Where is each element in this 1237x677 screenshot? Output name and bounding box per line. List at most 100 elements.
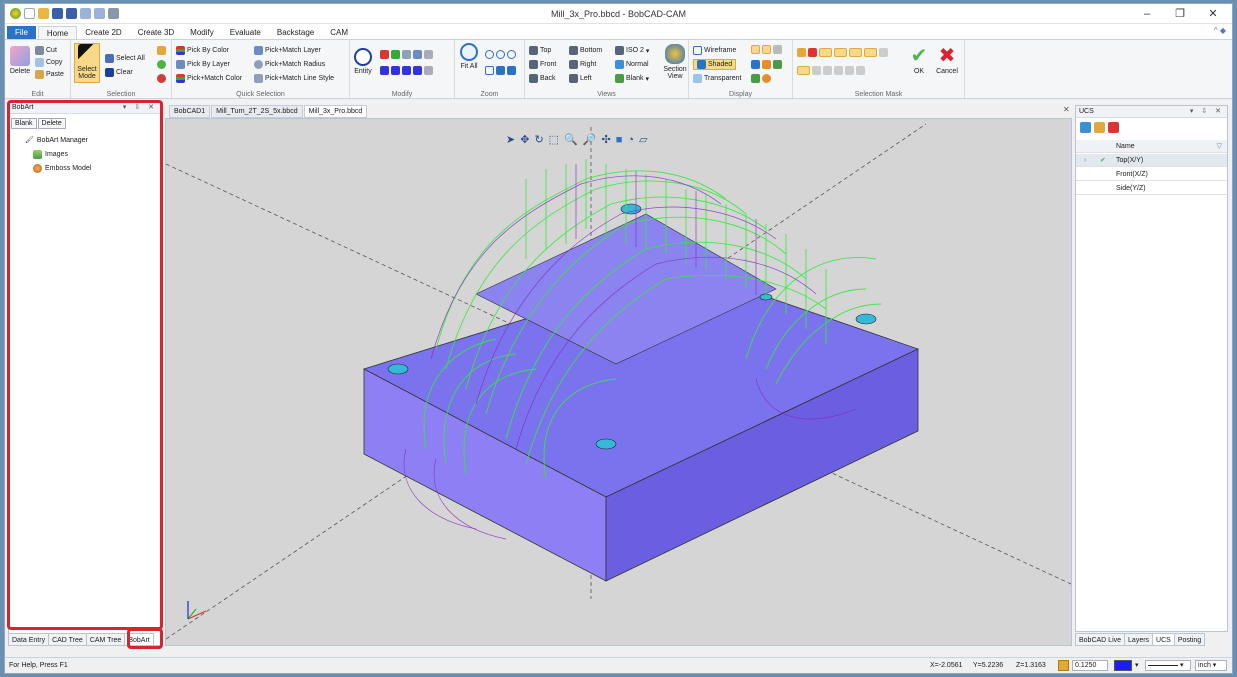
pick-match-radius-button[interactable]: Pick+Match Radius xyxy=(254,60,325,69)
tab-evaluate[interactable]: Evaluate xyxy=(222,26,269,39)
cancel-button[interactable]: ✖ Cancel xyxy=(933,46,961,75)
tab-create-2d[interactable]: Create 2D xyxy=(77,26,129,39)
layer-icon xyxy=(391,50,400,59)
align-icon xyxy=(380,66,389,75)
display-mode-5-icon xyxy=(762,60,771,69)
cut-button[interactable]: Cut xyxy=(35,46,57,55)
view-back-button[interactable]: Back xyxy=(529,74,556,83)
view-iso2-button[interactable]: ISO 2 ▾ xyxy=(615,46,649,55)
tab-data-entry[interactable]: Data Entry xyxy=(8,633,50,646)
tab-layers[interactable]: Layers xyxy=(1124,633,1154,646)
panel-controls[interactable]: ▾ ⇩ ✕ xyxy=(1190,106,1224,118)
wireframe-button[interactable]: Wireframe xyxy=(693,46,736,55)
minimize-button[interactable]: – xyxy=(1132,6,1162,22)
paste-button[interactable]: Paste xyxy=(35,70,64,79)
close-documents-icon[interactable]: ✕ xyxy=(1063,105,1070,114)
tab-cam-tree[interactable]: CAM Tree xyxy=(85,633,126,646)
entity-button[interactable]: ModifyEntity xyxy=(352,48,374,75)
section-icon[interactable]: ◔ xyxy=(627,134,634,146)
line-style-dropdown[interactable]: ▾ xyxy=(1145,660,1191,671)
tab-backstage[interactable]: Backstage xyxy=(269,26,322,39)
doc-tab-mill-3x-pro[interactable]: Mill_3x_Pro.bbcd xyxy=(303,105,368,118)
selection-mask-row-2[interactable] xyxy=(797,66,865,75)
view-front-icon xyxy=(529,60,538,69)
zoom-window-icon[interactable]: ⬚ xyxy=(549,133,559,146)
align3-icon xyxy=(402,66,411,75)
group-display: Wireframe Shaded Transparent Display xyxy=(689,40,793,100)
ucs-edit-icon[interactable] xyxy=(1094,122,1105,133)
tab-cad-tree[interactable]: CAD Tree xyxy=(48,633,87,646)
shaded-button[interactable]: Shaded xyxy=(693,59,737,70)
help-icon[interactable]: ^ ◆ xyxy=(1214,26,1226,35)
tab-modify[interactable]: Modify xyxy=(182,26,222,39)
ok-button[interactable]: ✔ OK xyxy=(907,46,931,75)
transparent-button[interactable]: Transparent xyxy=(693,74,741,83)
fit-all-button[interactable]: Fit All xyxy=(458,43,480,70)
ucs-row-front[interactable]: Front(X/Z) xyxy=(1076,168,1227,181)
tab-create-3d[interactable]: Create 3D xyxy=(130,26,182,39)
color-swatch[interactable] xyxy=(1114,660,1132,671)
tab-ucs[interactable]: UCS xyxy=(1152,633,1175,646)
tab-cam[interactable]: CAM xyxy=(322,26,356,39)
color-dropdown-icon[interactable]: ▾ xyxy=(1135,658,1139,673)
view-top-button[interactable]: Top xyxy=(529,46,551,55)
zoom-dynamic-icon[interactable]: 🔎 xyxy=(583,133,597,146)
tab-home[interactable]: Home xyxy=(37,26,78,39)
tab-posting[interactable]: Posting xyxy=(1173,633,1206,646)
section-view-button[interactable]: Section View xyxy=(663,44,687,80)
close-button[interactable]: ✕ xyxy=(1198,6,1228,22)
ucs-new-icon[interactable] xyxy=(1080,122,1091,133)
ucs-row-top[interactable]: › ✔ Top(X/Y) xyxy=(1076,154,1227,167)
graphics-viewport[interactable]: ➤ ✥ ↻ ⬚ 🔍 🔎 ✣ ■ ◔ ▱ xyxy=(165,118,1072,646)
modify-tools-row-1[interactable] xyxy=(380,50,433,59)
pan-icon[interactable]: ✥ xyxy=(520,133,529,146)
select-all-button[interactable]: Select All xyxy=(105,54,145,63)
zoom-tools-row-2[interactable] xyxy=(485,66,516,75)
view-right-button[interactable]: Right xyxy=(569,60,596,69)
units-dropdown[interactable]: inch ▾ xyxy=(1195,660,1227,671)
line-width-field[interactable]: 0.1250 xyxy=(1072,660,1108,671)
ucs-row-side[interactable]: Side(Y/Z) xyxy=(1076,182,1227,195)
display-mode-8-icon xyxy=(762,74,771,83)
pick-by-color-button[interactable]: Pick By Color xyxy=(176,46,229,55)
view-bottom-button[interactable]: Bottom xyxy=(569,46,602,55)
select-window-button[interactable] xyxy=(157,60,166,69)
pick-match-color-button[interactable]: Pick+Match Color xyxy=(176,74,242,83)
line-width-icon[interactable] xyxy=(1058,660,1069,671)
restore-button[interactable]: ❐ xyxy=(1165,6,1195,22)
pick-match-line-style-button[interactable]: Pick+Match Line Style xyxy=(254,74,334,83)
view-blank-button[interactable]: Blank ▾ xyxy=(615,74,649,83)
delete-button[interactable]: Delete xyxy=(8,46,32,75)
view-left-button[interactable]: Left xyxy=(569,74,592,83)
bar-icon xyxy=(424,50,433,59)
filter-icon[interactable]: ▽ xyxy=(1217,140,1222,153)
display-options-row-1[interactable] xyxy=(751,45,782,54)
select-chain-button[interactable] xyxy=(157,46,166,55)
clear-button[interactable]: Clear xyxy=(105,68,133,77)
select-mode-button[interactable]: Select Mode xyxy=(74,43,100,83)
select-stop-button[interactable] xyxy=(157,74,166,83)
view-front-button[interactable]: Front xyxy=(529,60,556,69)
zoom-tools-row-1[interactable] xyxy=(485,50,516,59)
grid-icon xyxy=(402,50,411,59)
ucs-delete-icon[interactable] xyxy=(1108,122,1119,133)
tab-bobcad-live[interactable]: BobCAD Live xyxy=(1075,633,1126,646)
doc-tab-bobcad1[interactable]: BobCAD1 xyxy=(169,105,211,118)
group-label-zoom: Zoom xyxy=(480,91,499,98)
pick-match-layer-button[interactable]: Pick+Match Layer xyxy=(254,46,321,55)
select-arrow-icon[interactable]: ➤ xyxy=(506,133,515,146)
file-menu[interactable]: File xyxy=(7,26,36,39)
modify-tools-row-2[interactable] xyxy=(380,66,433,75)
views-icon[interactable]: ✣ xyxy=(601,133,610,146)
pick-by-layer-button[interactable]: Pick By Layer xyxy=(176,60,230,69)
view-normal-button[interactable]: Normal xyxy=(615,60,649,69)
selection-mask-row-1[interactable] xyxy=(797,48,888,57)
display-options-row-3[interactable] xyxy=(751,74,771,83)
zoom-icon[interactable]: 🔍 xyxy=(564,133,578,146)
copy-button[interactable]: Copy xyxy=(35,58,62,67)
rotate-view-icon[interactable]: ↻ xyxy=(534,133,543,146)
shading-icon[interactable]: ■ xyxy=(616,134,623,146)
display-options-row-2[interactable] xyxy=(751,60,782,69)
wire-box-icon[interactable]: ▱ xyxy=(639,133,647,146)
doc-tab-mill-turn[interactable]: Mill_Turn_2T_2S_5x.bbcd xyxy=(211,105,303,118)
